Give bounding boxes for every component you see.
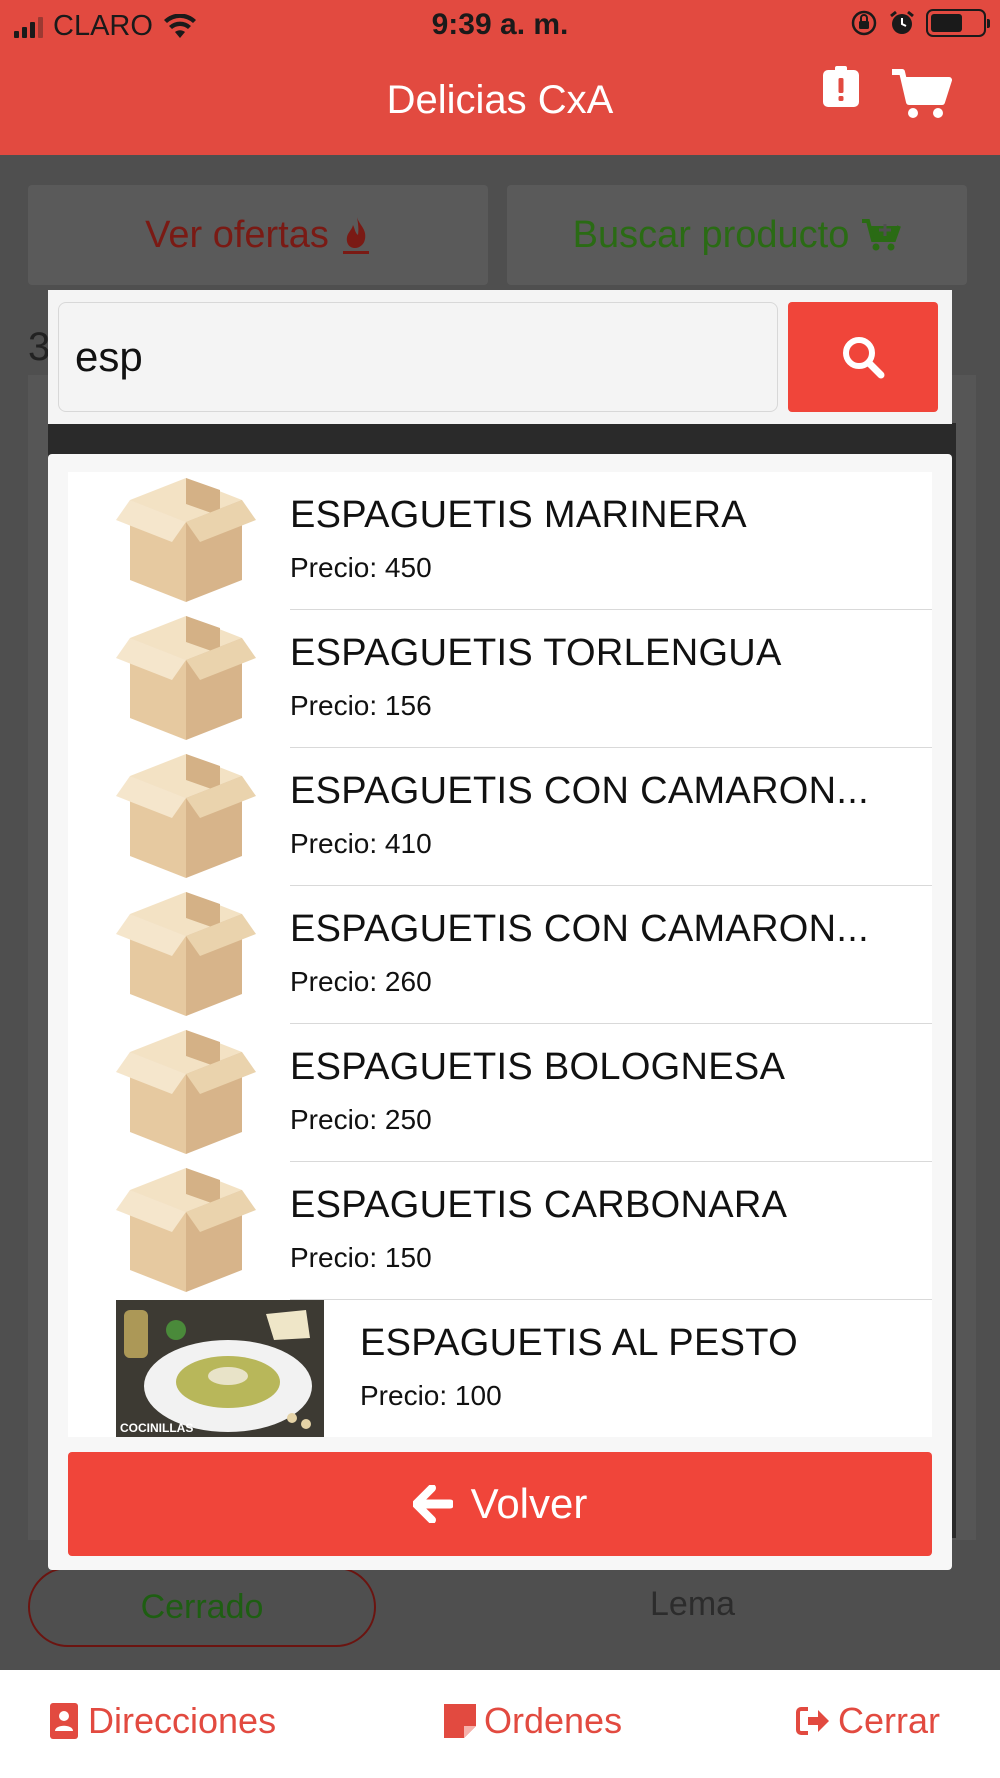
note-icon bbox=[444, 1704, 476, 1738]
box-icon bbox=[116, 614, 256, 742]
box-icon bbox=[116, 476, 256, 604]
status-bar: CLARO 9:39 a. m. bbox=[0, 0, 1000, 50]
alarm-icon bbox=[890, 10, 914, 34]
nav-close-label: Cerrar bbox=[838, 1700, 941, 1741]
background-stub-text: 3 bbox=[28, 325, 51, 369]
list-item[interactable]: ESPAGUETIS BOLOGNESA Precio: 250 bbox=[68, 1024, 932, 1162]
product-price: Precio: 250 bbox=[290, 1104, 432, 1135]
list-item[interactable]: COCINILLAS ESPAGUETIS AL PESTO Precio: 100 bbox=[68, 1300, 932, 1437]
search-panel bbox=[48, 290, 952, 424]
search-product-tab-label: Buscar producto bbox=[572, 213, 850, 256]
box-icon bbox=[116, 1166, 256, 1294]
product-name: ESPAGUETIS TORLENGUA bbox=[290, 632, 782, 674]
status-badge: Cerrado bbox=[28, 1567, 376, 1647]
nav-addresses[interactable]: Direcciones bbox=[48, 1700, 276, 1742]
product-price: Precio: 260 bbox=[290, 966, 432, 997]
battery-icon bbox=[926, 9, 990, 37]
product-name: ESPAGUETIS AL PESTO bbox=[360, 1322, 798, 1364]
box-icon bbox=[116, 1028, 256, 1156]
offers-tab[interactable]: Ver ofertas bbox=[28, 185, 488, 285]
box-icon bbox=[116, 890, 256, 1018]
list-item[interactable]: ESPAGUETIS CON CAMARON... Precio: 410 bbox=[68, 748, 932, 886]
nav-orders-label: Ordenes bbox=[484, 1700, 623, 1741]
search-icon bbox=[843, 337, 885, 379]
product-price: Precio: 100 bbox=[360, 1380, 502, 1411]
product-price: Precio: 150 bbox=[290, 1242, 432, 1273]
nav-close[interactable]: Cerrar bbox=[796, 1700, 940, 1742]
photo-caption: COCINILLAS bbox=[120, 1421, 193, 1435]
slogan-label: Lema bbox=[650, 1585, 736, 1623]
address-book-icon bbox=[50, 1703, 78, 1739]
cart-plus-icon bbox=[862, 219, 902, 251]
cart-icon[interactable] bbox=[890, 68, 952, 120]
pesto-photo: COCINILLAS bbox=[116, 1300, 324, 1437]
results-modal: ESPAGUETIS MARINERA Precio: 450 ESPAGUETIS… bbox=[48, 454, 952, 1570]
fire-icon bbox=[342, 217, 369, 254]
product-name: ESPAGUETIS BOLOGNESA bbox=[290, 1046, 786, 1088]
product-name: ESPAGUETIS CARBONARA bbox=[290, 1184, 788, 1226]
sign-out-icon bbox=[796, 1707, 829, 1735]
list-item[interactable]: ESPAGUETIS TORLENGUA Precio: 156 bbox=[68, 610, 932, 748]
bottom-nav: Direcciones Ordenes Cerrar bbox=[0, 1670, 1000, 1778]
offers-tab-label: Ver ofertas bbox=[145, 213, 329, 256]
search-input[interactable] bbox=[58, 302, 778, 412]
arrow-left-icon bbox=[412, 1485, 453, 1523]
nav-orders[interactable]: Ordenes bbox=[444, 1700, 622, 1742]
search-product-tab[interactable]: Buscar producto bbox=[507, 185, 967, 285]
nav-addresses-label: Direcciones bbox=[88, 1700, 277, 1741]
box-icon bbox=[116, 752, 256, 880]
back-button[interactable]: Volver bbox=[68, 1452, 932, 1556]
alert-icon[interactable] bbox=[822, 66, 860, 108]
product-price: Precio: 410 bbox=[290, 828, 432, 859]
top-bar: CLARO 9:39 a. m. Delicias CxA bbox=[0, 0, 1000, 155]
list-item[interactable]: ESPAGUETIS CARBONARA Precio: 150 bbox=[68, 1162, 932, 1300]
product-price: Precio: 156 bbox=[290, 690, 432, 721]
back-button-label: Volver bbox=[470, 1480, 588, 1527]
orientation-lock-icon bbox=[851, 10, 877, 36]
product-name: ESPAGUETIS CON CAMARON... bbox=[290, 908, 869, 950]
results-list[interactable]: ESPAGUETIS MARINERA Precio: 450 ESPAGUETIS… bbox=[68, 472, 932, 1437]
list-item[interactable]: ESPAGUETIS MARINERA Precio: 450 bbox=[68, 472, 932, 610]
list-item[interactable]: ESPAGUETIS CON CAMARON... Precio: 260 bbox=[68, 886, 932, 1024]
product-name: ESPAGUETIS MARINERA bbox=[290, 494, 747, 536]
search-button[interactable] bbox=[788, 302, 938, 412]
product-price: Precio: 450 bbox=[290, 552, 432, 583]
status-right bbox=[850, 9, 990, 37]
product-name: ESPAGUETIS CON CAMARON... bbox=[290, 770, 869, 812]
